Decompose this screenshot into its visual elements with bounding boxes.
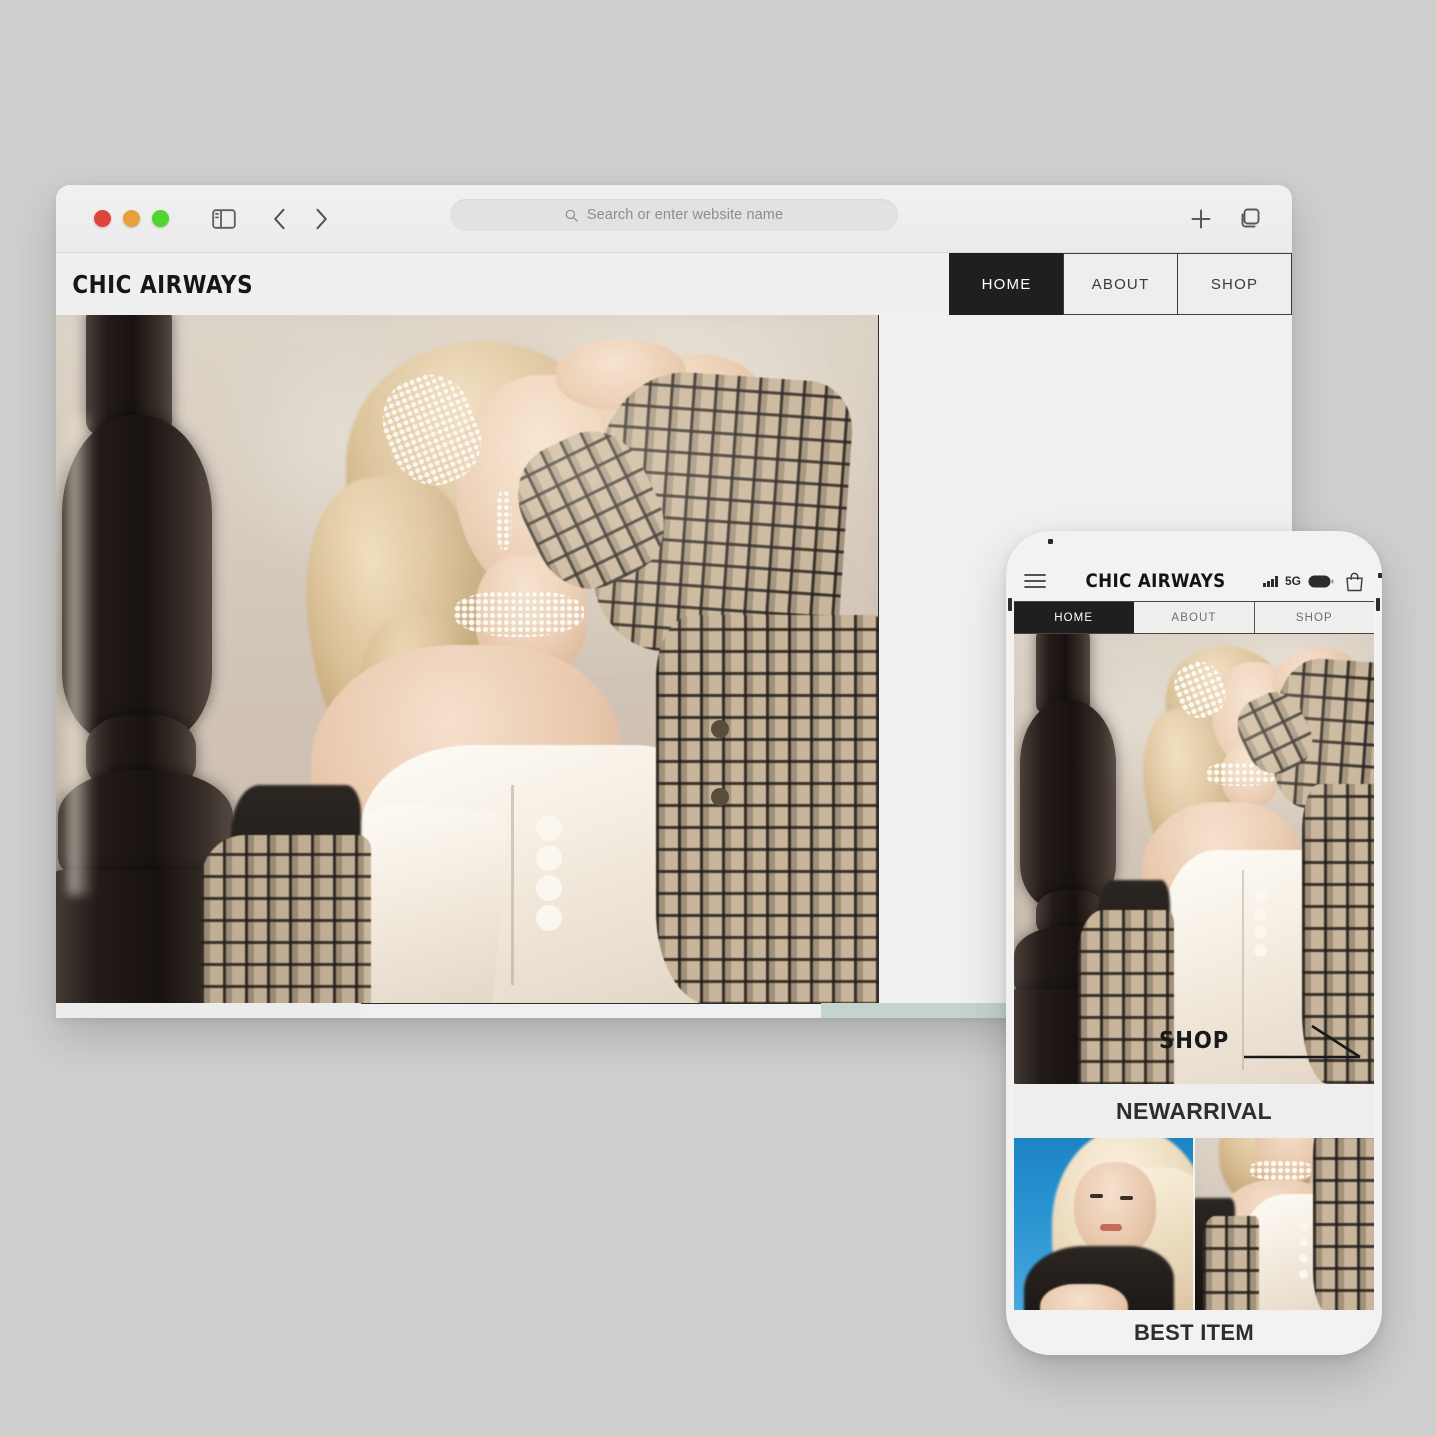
browser-toolbar: Search or enter website name [56, 185, 1292, 252]
browser-nav-arrows [266, 204, 334, 234]
phone-shop-label: SHOP [1159, 1028, 1230, 1054]
back-button[interactable] [266, 204, 292, 234]
plus-icon[interactable] [1190, 208, 1212, 230]
maximize-window-button[interactable] [152, 210, 169, 227]
nav-item-about[interactable]: ABOUT [1063, 253, 1177, 315]
phone-status-icons: 5G [1263, 571, 1364, 592]
hero-photo [56, 315, 878, 1003]
gallery-item[interactable] [1195, 1138, 1374, 1310]
phone-section-title-bestitem: BEST ITEM [1014, 1310, 1374, 1355]
forward-button[interactable] [308, 204, 334, 234]
battery-icon [1308, 575, 1334, 588]
phone-nav-item-about[interactable]: ABOUT [1134, 602, 1255, 633]
hero-image[interactable] [56, 315, 879, 1004]
phone-hero-image[interactable]: SHOP [1014, 634, 1374, 1084]
nav-item-home[interactable]: HOME [949, 253, 1063, 315]
phone-section-title-newarrival: NEWARRIVAL [1014, 1084, 1374, 1139]
close-window-button[interactable] [94, 210, 111, 227]
network-type-label: 5G [1284, 574, 1301, 588]
sidebar-icon[interactable] [212, 208, 236, 229]
gallery-photo-plaid-coat [1195, 1138, 1374, 1310]
tab-overview-icon[interactable] [1238, 207, 1262, 231]
signal-bars-icon [1263, 575, 1278, 587]
site-logo[interactable]: CHIC AIRWAYS [56, 253, 253, 315]
phone-gallery [1014, 1138, 1374, 1310]
gallery-photo-blue-sky [1014, 1138, 1193, 1310]
phone-nav: HOME ABOUT SHOP [1014, 601, 1374, 634]
gallery-item[interactable] [1014, 1138, 1195, 1310]
phone-brand-title: CHIC AIRWAYS [1085, 570, 1226, 592]
phone-shop-cta[interactable]: SHOP [1132, 1024, 1362, 1070]
site-header: CHIC AIRWAYS HOME ABOUT SHOP [56, 252, 1292, 315]
site-thumbnail[interactable] [56, 1003, 361, 1018]
phone-frame-dot [1048, 539, 1053, 544]
search-input-placeholder: Search or enter website name [586, 207, 784, 223]
phone-status-bar: CHIC AIRWAYS 5G [1006, 561, 1382, 601]
phone-mockup: CHIC AIRWAYS 5G HOME ABOUT SHOP SHOP NEW… [1006, 531, 1382, 1355]
window-traffic-lights [94, 210, 169, 227]
minimize-window-button[interactable] [123, 210, 140, 227]
nav-item-shop[interactable]: SHOP [1177, 253, 1292, 315]
phone-nav-item-home[interactable]: HOME [1014, 602, 1135, 633]
search-icon [565, 209, 578, 222]
phone-nav-item-shop[interactable]: SHOP [1254, 602, 1374, 633]
site-thumbnail[interactable] [361, 1003, 821, 1018]
site-nav: HOME ABOUT SHOP [949, 253, 1292, 315]
arrow-right-icon [1244, 1024, 1362, 1071]
shopping-bag-icon[interactable] [1345, 571, 1364, 592]
search-input[interactable]: Search or enter website name [450, 199, 898, 231]
browser-toolbar-right [1190, 185, 1262, 252]
phone-hero-photo [1014, 634, 1374, 1084]
hamburger-menu-icon[interactable] [1024, 573, 1048, 589]
